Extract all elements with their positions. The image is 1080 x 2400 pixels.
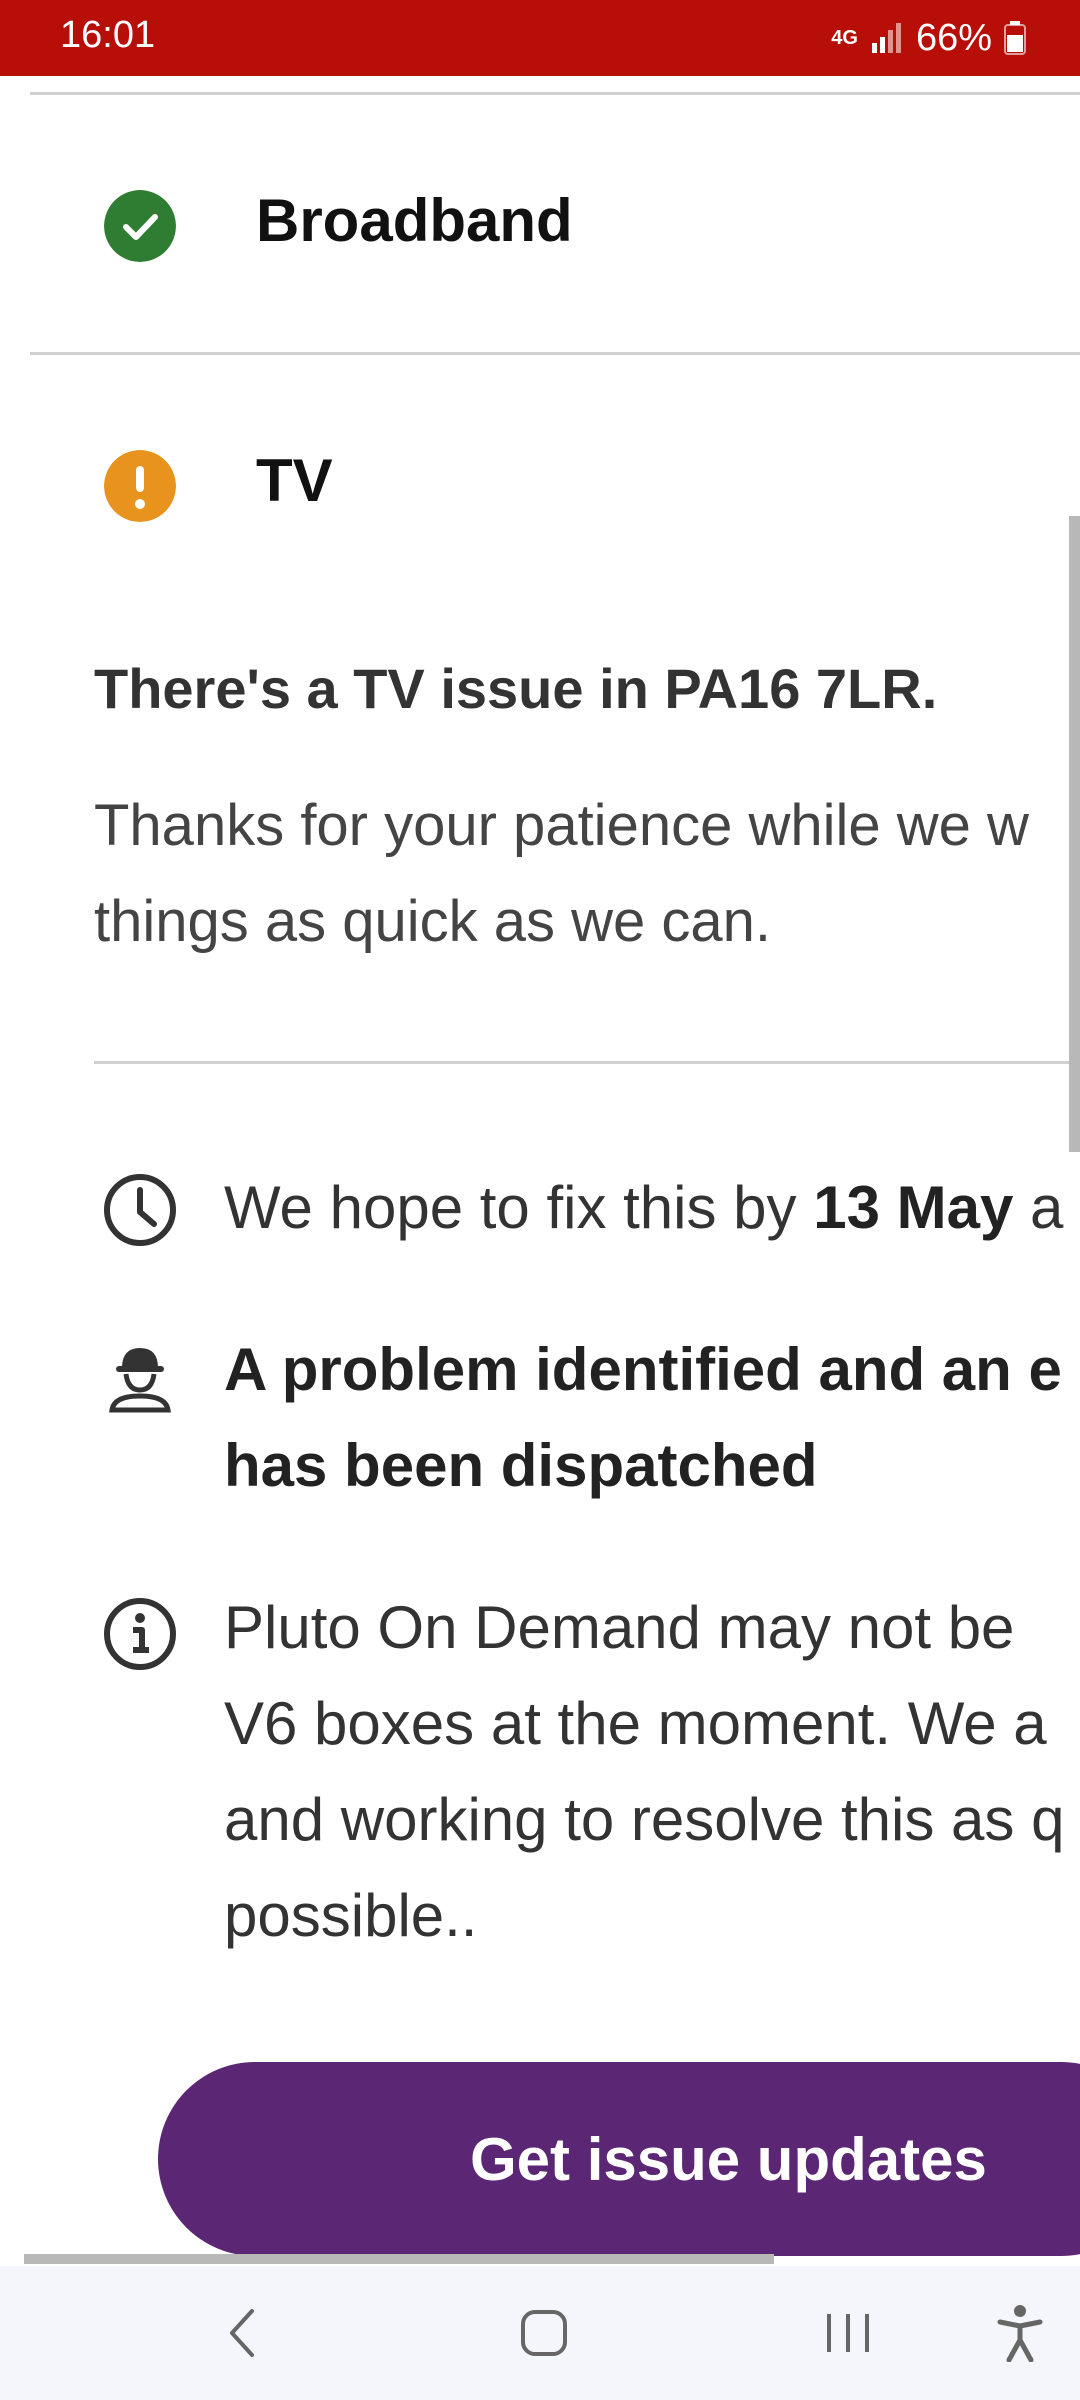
battery-percent: 66% xyxy=(915,16,992,59)
engineer-icon xyxy=(109,1348,171,1413)
system-nav-bar xyxy=(0,2266,1080,2400)
status-icons: 4G 66% xyxy=(831,14,1026,62)
info-text: Pluto On Demand may not be V6 boxes at t… xyxy=(224,1580,1080,1964)
check-circle-icon xyxy=(104,190,176,262)
page: 16:01 4G 66% Broadband TV There's a TV i… xyxy=(0,0,1080,2400)
network-label: 4G xyxy=(831,27,858,49)
nav-accessibility-button[interactable] xyxy=(960,2266,1080,2400)
info-icon xyxy=(104,1598,176,1670)
engineer-line-2: has been dispatched xyxy=(224,1432,818,1499)
status-time: 16:01 xyxy=(60,14,156,56)
eta-prefix: We hope to fix this by xyxy=(224,1174,814,1241)
info-line-1: Pluto On Demand may not be xyxy=(224,1594,1015,1661)
network-4g-icon: 4G xyxy=(831,28,858,48)
nav-home-button[interactable] xyxy=(484,2266,604,2400)
nav-recents-button[interactable] xyxy=(788,2266,908,2400)
divider-services xyxy=(30,352,1080,355)
divider-top xyxy=(30,92,1080,95)
engineer-text: A problem identified and an e has been d… xyxy=(224,1322,1080,1514)
back-icon xyxy=(230,2309,254,2357)
engineer-line-1: A problem identified and an e xyxy=(224,1336,1062,1403)
eta-suffix: a xyxy=(1013,1174,1064,1241)
accessibility-icon xyxy=(997,2305,1043,2362)
get-issue-updates-button[interactable]: Get issue updates xyxy=(158,2062,1080,2256)
signal-icon xyxy=(871,23,901,53)
issue-title: There's a TV issue in PA16 7LR. xyxy=(94,657,938,720)
clock-icon xyxy=(104,1174,176,1246)
service-name-tv: TV xyxy=(256,447,333,514)
status-bar: 16:01 4G 66% xyxy=(0,0,1080,76)
eta-date: 13 May xyxy=(813,1174,1014,1241)
service-name-broadband: Broadband xyxy=(256,187,573,254)
divider-issue xyxy=(94,1061,1080,1064)
service-row-broadband[interactable]: Broadband xyxy=(0,120,1080,320)
battery-icon xyxy=(1004,21,1026,55)
info-line-4: possible.. xyxy=(224,1882,478,1949)
issue-description: Thanks for your patience while we w thin… xyxy=(94,793,1029,954)
alert-circle-icon xyxy=(104,450,176,522)
eta-text: We hope to fix this by 13 May a xyxy=(224,1160,1080,1256)
info-line-2: V6 boxes at the moment. We a xyxy=(224,1690,1047,1757)
horizontal-scrollbar[interactable] xyxy=(24,2254,774,2264)
info-line-3: and working to resolve this as q xyxy=(224,1786,1065,1853)
nav-back-button[interactable] xyxy=(182,2266,302,2400)
recents-icon xyxy=(827,2314,869,2352)
home-icon xyxy=(521,2310,567,2356)
service-row-tv[interactable]: TV xyxy=(0,380,1080,580)
vertical-scrollbar[interactable] xyxy=(1069,516,1080,1152)
